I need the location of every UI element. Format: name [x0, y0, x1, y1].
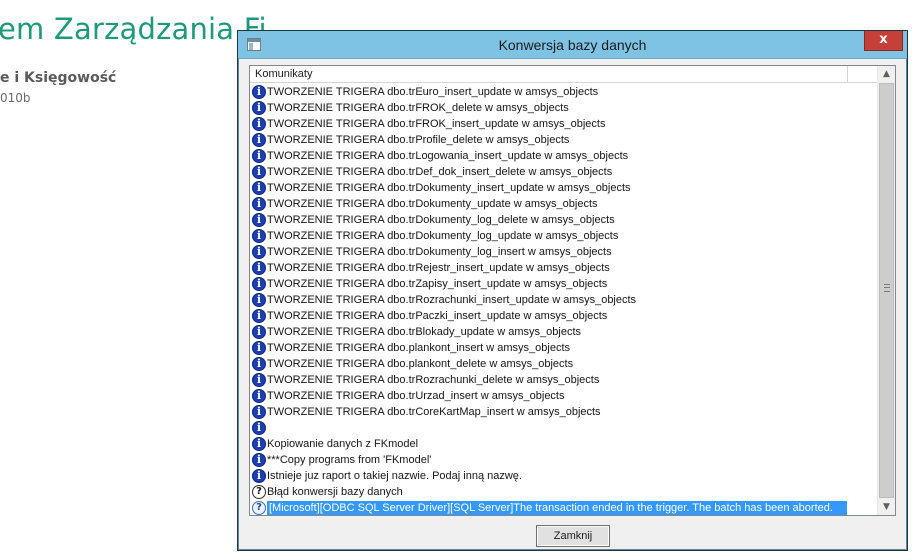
info-icon: i	[252, 309, 266, 323]
message-text: TWORZENIE TRIGERA dbo.trBlokady_update w…	[267, 326, 582, 338]
vertical-scrollbar[interactable]: ▲ ▼	[877, 66, 895, 515]
list-item[interactable]: i Kopiowanie danych z FKmodel	[250, 436, 877, 452]
info-icon: i	[252, 373, 266, 387]
messages-list[interactable]: Komunikaty i TWORZENIE TRIGERA dbo.trEuro…	[249, 65, 896, 516]
close-button[interactable]: Zamknij	[536, 525, 610, 547]
scroll-grip-icon	[884, 284, 890, 292]
info-icon: i	[252, 453, 266, 467]
list-item[interactable]: ? [Microsoft][ODBC SQL Server Driver][SQL…	[250, 500, 877, 515]
app-subtitle: e i Księgowość	[0, 70, 117, 86]
list-item[interactable]: i	[250, 420, 877, 436]
message-text: TWORZENIE TRIGERA dbo.trDokumenty_log_in…	[267, 246, 612, 258]
message-text: Istnieje juz raport o takiej nazwie. Pod…	[267, 470, 522, 482]
info-icon: i	[252, 181, 266, 195]
message-text: Kopiowanie danych z FKmodel	[267, 438, 419, 450]
message-text: TWORZENIE TRIGERA dbo.trDef_dok_insert_d…	[267, 166, 613, 178]
info-icon: i	[252, 197, 266, 211]
list-item[interactable]: i TWORZENIE TRIGERA dbo.trBlokady_update …	[250, 324, 877, 340]
message-text: TWORZENIE TRIGERA dbo.trLogowania_insert…	[267, 150, 629, 162]
list-item[interactable]: i TWORZENIE TRIGERA dbo.plankont_delete w…	[250, 356, 877, 372]
info-icon: i	[252, 101, 266, 115]
list-item[interactable]: i TWORZENIE TRIGERA dbo.trLogowania_inser…	[250, 148, 877, 164]
message-text: TWORZENIE TRIGERA dbo.trDokumenty_update…	[267, 198, 598, 210]
info-icon: i	[252, 229, 266, 243]
list-item[interactable]: i TWORZENIE TRIGERA dbo.trZapisy_insert_u…	[250, 276, 877, 292]
message-text: Błąd konwersji bazy danych	[267, 486, 403, 498]
message-text: TWORZENIE TRIGERA dbo.trCoreKartMap_inse…	[267, 406, 601, 418]
message-text: TWORZENIE TRIGERA dbo.trEuro_insert_upda…	[267, 86, 599, 98]
list-item[interactable]: i TWORZENIE TRIGERA dbo.plankont_insert w…	[250, 340, 877, 356]
info-icon: i	[252, 261, 266, 275]
scroll-up-icon[interactable]: ▲	[878, 66, 895, 82]
message-text: TWORZENIE TRIGERA dbo.trPaczki_insert_up…	[267, 310, 608, 322]
message-text: TWORZENIE TRIGERA dbo.trDokumenty_log_up…	[267, 230, 619, 242]
info-icon: i	[252, 325, 266, 339]
question-icon: ?	[252, 501, 266, 515]
list-item[interactable]: i TWORZENIE TRIGERA dbo.trDokumenty_inser…	[250, 180, 877, 196]
info-icon: i	[252, 85, 266, 99]
list-item[interactable]: i TWORZENIE TRIGERA dbo.trUrzad_insert w …	[250, 388, 877, 404]
list-item[interactable]: i TWORZENIE TRIGERA dbo.trFROK_insert_upd…	[250, 116, 877, 132]
info-icon: i	[252, 149, 266, 163]
column-header-messages[interactable]: Komunikaty	[250, 66, 848, 82]
info-icon: i	[252, 133, 266, 147]
app-version: 010b	[0, 91, 31, 105]
app-title: em Zarządzania Fi	[0, 12, 267, 46]
list-item[interactable]: i TWORZENIE TRIGERA dbo.trDokumenty_updat…	[250, 196, 877, 212]
info-icon: i	[252, 117, 266, 131]
message-text: ***Copy programs from 'FKmodel'	[267, 454, 432, 466]
list-item[interactable]: i TWORZENIE TRIGERA dbo.trRozrachunki_del…	[250, 372, 877, 388]
info-icon: i	[252, 421, 266, 435]
message-text: TWORZENIE TRIGERA dbo.trFROK_insert_upda…	[267, 118, 606, 130]
info-icon: i	[252, 245, 266, 259]
info-icon: i	[252, 165, 266, 179]
conversion-dialog: Konwersja bazy danych x Komunikaty i TWOR…	[237, 30, 908, 551]
list-item[interactable]: i TWORZENIE TRIGERA dbo.trRozrachunki_ins…	[250, 292, 877, 308]
message-text: TWORZENIE TRIGERA dbo.trDokumenty_log_de…	[267, 214, 615, 226]
message-rows: i TWORZENIE TRIGERA dbo.trEuro_insert_upd…	[250, 84, 877, 515]
list-item[interactable]: i TWORZENIE TRIGERA dbo.trEuro_insert_upd…	[250, 84, 877, 100]
info-icon: i	[252, 341, 266, 355]
dialog-title: Konwersja bazy danych	[498, 37, 647, 53]
message-text: TWORZENIE TRIGERA dbo.trRejestr_insert_u…	[267, 262, 610, 274]
close-icon[interactable]: x	[864, 31, 903, 51]
dialog-titlebar[interactable]: Konwersja bazy danych x	[238, 31, 907, 59]
list-item[interactable]: i TWORZENIE TRIGERA dbo.trPaczki_insert_u…	[250, 308, 877, 324]
list-column-header: Komunikaty	[250, 66, 877, 83]
list-item[interactable]: i TWORZENIE TRIGERA dbo.trDokumenty_log_u…	[250, 228, 877, 244]
list-item[interactable]: i TWORZENIE TRIGERA dbo.trDef_dok_insert_…	[250, 164, 877, 180]
message-text: TWORZENIE TRIGERA dbo.plankont_delete w …	[267, 358, 574, 370]
message-text: TWORZENIE TRIGERA dbo.trDokumenty_insert…	[267, 182, 631, 194]
list-item[interactable]: i TWORZENIE TRIGERA dbo.trFROK_delete w a…	[250, 100, 877, 116]
message-text: TWORZENIE TRIGERA dbo.trUrzad_insert w a…	[267, 390, 565, 402]
info-icon: i	[252, 389, 266, 403]
info-icon: i	[252, 357, 266, 371]
message-text: TWORZENIE TRIGERA dbo.plankont_insert w …	[267, 342, 571, 354]
list-item[interactable]: i TWORZENIE TRIGERA dbo.trDokumenty_log_d…	[250, 212, 877, 228]
message-text: TWORZENIE TRIGERA dbo.trRozrachunki_inse…	[267, 294, 637, 306]
info-icon: i	[252, 469, 266, 483]
info-icon: i	[252, 437, 266, 451]
info-icon: i	[252, 405, 266, 419]
message-text: [Microsoft][ODBC SQL Server Driver][SQL …	[267, 501, 847, 515]
list-item[interactable]: i TWORZENIE TRIGERA dbo.trRejestr_insert_…	[250, 260, 877, 276]
info-icon: i	[252, 213, 266, 227]
scroll-thumb[interactable]	[879, 83, 894, 498]
list-item[interactable]: ? Błąd konwersji bazy danych	[250, 484, 877, 500]
list-item[interactable]: i TWORZENIE TRIGERA dbo.trCoreKartMap_ins…	[250, 404, 877, 420]
scroll-down-icon[interactable]: ▼	[878, 499, 895, 515]
message-text: TWORZENIE TRIGERA dbo.trZapisy_insert_up…	[267, 278, 608, 290]
message-text: TWORZENIE TRIGERA dbo.trFROK_delete w am…	[267, 102, 569, 114]
info-icon: i	[252, 277, 266, 291]
question-icon: ?	[252, 485, 266, 499]
message-text: TWORZENIE TRIGERA dbo.trProfile_delete w…	[267, 134, 570, 146]
list-item[interactable]: i TWORZENIE TRIGERA dbo.trProfile_delete …	[250, 132, 877, 148]
list-item[interactable]: i Istnieje juz raport o takiej nazwie. Po…	[250, 468, 877, 484]
list-item[interactable]: i TWORZENIE TRIGERA dbo.trDokumenty_log_i…	[250, 244, 877, 260]
info-icon: i	[252, 293, 266, 307]
message-text: TWORZENIE TRIGERA dbo.trRozrachunki_dele…	[267, 374, 600, 386]
list-item[interactable]: i ***Copy programs from 'FKmodel'	[250, 452, 877, 468]
